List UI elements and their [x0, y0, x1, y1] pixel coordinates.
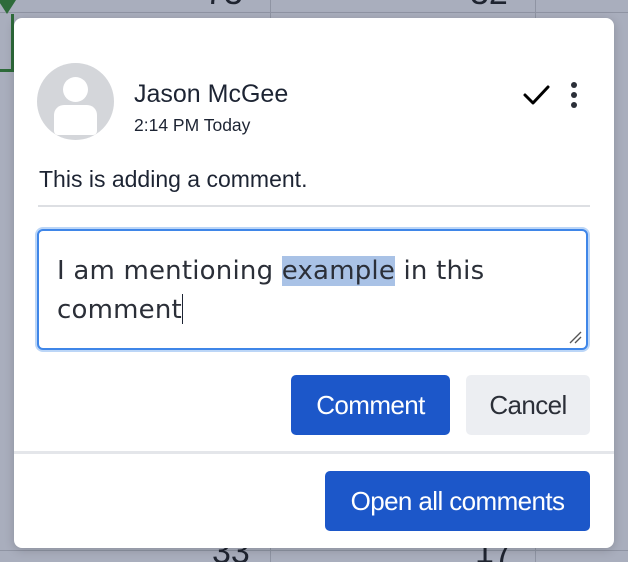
- checkmark-icon[interactable]: [520, 78, 554, 112]
- text-caret: [181, 294, 184, 324]
- sheet-cell[interactable]: 73: [205, 0, 243, 10]
- divider: [14, 451, 614, 454]
- comment-popup: Jason McGee 2:14 PM Today This is adding…: [14, 18, 614, 548]
- comment-author: Jason McGee: [134, 80, 289, 108]
- grid-row-line: [0, 12, 628, 13]
- cancel-button[interactable]: Cancel: [466, 375, 590, 435]
- cell-selection-handle[interactable]: [0, 0, 16, 72]
- resize-grip-icon[interactable]: [568, 330, 582, 344]
- divider: [38, 205, 590, 207]
- more-vertical-icon[interactable]: [562, 78, 586, 112]
- reply-text: I am mentioning: [57, 256, 282, 286]
- reply-input[interactable]: I am mentioning example in this comment: [37, 229, 588, 350]
- comment-timestamp: 2:14 PM Today: [134, 115, 251, 135]
- comment-button[interactable]: Comment: [291, 375, 450, 435]
- sheet-cell[interactable]: 32: [470, 0, 508, 10]
- mention-highlight: example: [281, 256, 396, 286]
- open-all-comments-button[interactable]: Open all comments: [325, 471, 590, 531]
- comment-body: This is adding a comment.: [39, 166, 308, 192]
- user-avatar-icon: [37, 63, 114, 140]
- grid-row-line: [0, 550, 628, 551]
